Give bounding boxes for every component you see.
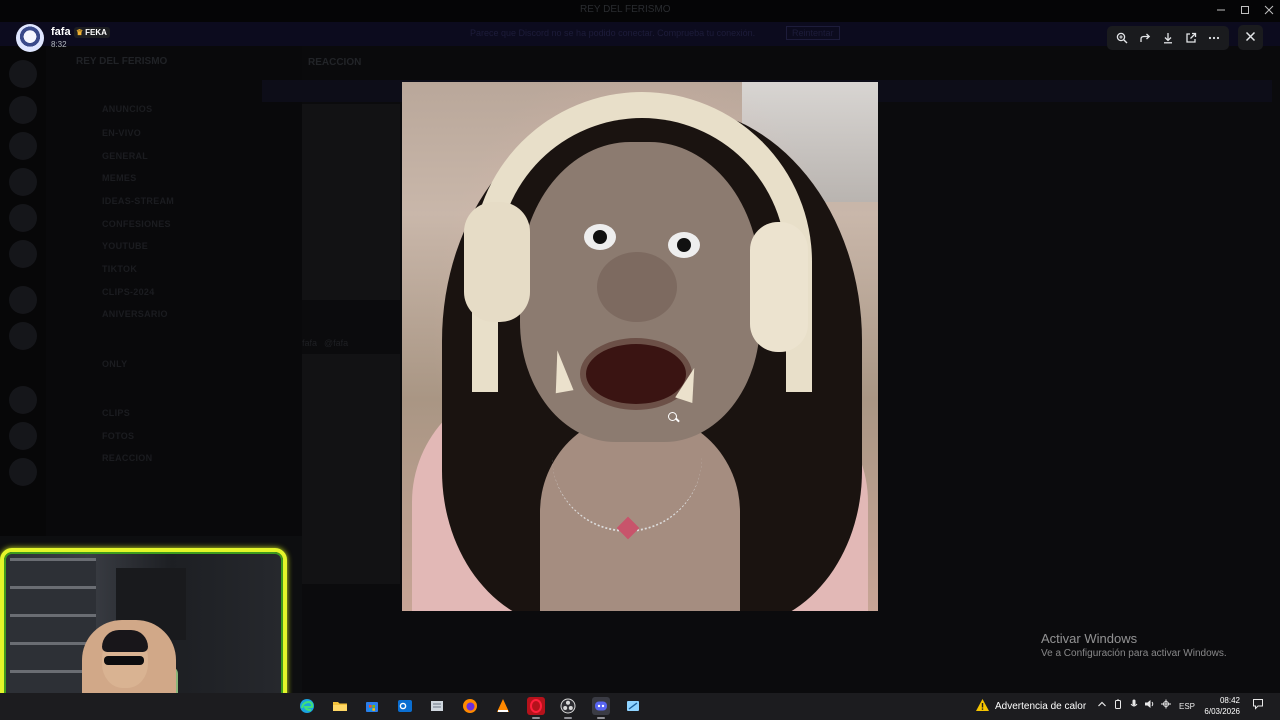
nose [597, 252, 677, 322]
activation-watermark-title: Activar Windows [1041, 631, 1138, 646]
minimize-icon[interactable] [1214, 4, 1228, 16]
streamer-hair [102, 630, 148, 652]
obs-icon[interactable] [559, 697, 577, 719]
server-icon[interactable] [9, 204, 37, 232]
taskbar-clock-date[interactable]: 6/03/2026 [1196, 707, 1240, 716]
retry-button[interactable]: Reintentar [786, 26, 840, 40]
message-handle: @fafa [324, 338, 349, 348]
snipping-icon[interactable] [624, 697, 642, 715]
author-name[interactable]: fafa [51, 26, 71, 38]
media-image[interactable] [402, 82, 878, 611]
channel-item[interactable]: EN-VIVO [102, 128, 141, 138]
server-tag-label: FEKA [85, 28, 107, 37]
server-icon[interactable] [9, 286, 37, 314]
crown-icon: ♛ [76, 28, 84, 37]
open-mouth [580, 338, 692, 410]
outlook-icon[interactable] [396, 697, 414, 715]
channel-title: REACCION [308, 57, 362, 68]
open-external-icon[interactable] [1182, 29, 1200, 47]
connection-notice-bar: Parece que Discord no se ha podido conec… [0, 22, 1280, 46]
channel-sidebar: REY DEL FERISMO ANUNCIOS EN-VIVO GENERAL… [46, 46, 302, 536]
channel-item[interactable]: MEMES [102, 173, 137, 183]
microphone-icon[interactable] [1129, 699, 1139, 712]
channel-item[interactable]: GENERAL [102, 151, 148, 161]
headphone-cup [750, 222, 808, 352]
server-icon[interactable] [9, 132, 37, 160]
store-icon[interactable] [363, 697, 381, 715]
heat-warning-notification[interactable]: Advertencia de calor [975, 698, 1086, 715]
warning-icon [975, 698, 990, 715]
forward-icon[interactable] [1136, 29, 1154, 47]
download-icon[interactable] [1159, 29, 1177, 47]
server-icon[interactable] [9, 240, 37, 268]
zoom-in-icon[interactable] [1113, 29, 1131, 47]
heat-warning-text: Advertencia de calor [995, 701, 1087, 712]
channel-item[interactable]: ANUNCIOS [102, 104, 152, 114]
opera-gx-icon[interactable] [527, 697, 545, 719]
taskbar-clock-time[interactable]: 08:42 [1200, 696, 1240, 705]
channel-item[interactable]: CLIPS [102, 408, 130, 418]
edge-icon[interactable] [298, 697, 316, 715]
battery-icon[interactable] [1113, 699, 1123, 712]
notepad-icon[interactable] [428, 697, 446, 715]
webcam-feed [4, 552, 283, 714]
author-avatar[interactable] [16, 24, 44, 52]
chat-header: REACCION [302, 46, 1280, 80]
channel-item[interactable]: IDEAS-STREAM [102, 196, 174, 206]
maximize-icon[interactable] [1238, 4, 1252, 16]
server-icon[interactable] [9, 168, 37, 196]
server-icon[interactable] [9, 422, 37, 450]
window-title: REY DEL FERISMO [580, 4, 671, 15]
media-toolbar [1107, 26, 1229, 50]
server-icon[interactable] [9, 322, 37, 350]
channel-item[interactable]: ANIVERSARIO [102, 309, 168, 319]
channel-item[interactable]: REACCION [102, 453, 152, 463]
channel-item[interactable]: CLIPS-2024 [102, 287, 155, 297]
eye [584, 224, 616, 250]
zoom-cursor-icon [668, 412, 677, 421]
window-close-icon[interactable] [1262, 4, 1276, 16]
eye [668, 232, 700, 258]
close-viewer-button[interactable] [1238, 25, 1263, 50]
channel-item[interactable]: YOUTUBE [102, 241, 148, 251]
server-list [0, 46, 46, 536]
headphone-cup [464, 202, 530, 322]
server-icon[interactable] [9, 60, 37, 88]
message-author: fafa [302, 338, 318, 348]
volume-icon[interactable] [1144, 699, 1156, 712]
notification-center-icon[interactable] [1252, 698, 1264, 713]
channel-item[interactable]: FOTOS [102, 431, 134, 441]
discord-icon[interactable] [592, 697, 610, 719]
vlc-icon[interactable] [494, 697, 512, 715]
server-icon[interactable] [9, 386, 37, 414]
window-titlebar: REY DEL FERISMO [0, 0, 1280, 22]
more-icon[interactable] [1205, 29, 1223, 47]
chevron-up-icon[interactable] [1097, 699, 1107, 712]
channel-item[interactable]: ONLY [102, 359, 127, 369]
chat-attachment[interactable] [302, 104, 400, 300]
connection-notice-text: Parece que Discord no se ha podido conec… [470, 28, 756, 38]
server-icon[interactable] [9, 96, 37, 124]
firefox-icon[interactable] [461, 697, 479, 715]
chat-attachment[interactable] [302, 354, 400, 584]
file-explorer-icon[interactable] [331, 697, 349, 715]
language-indicator[interactable]: ESP [1179, 702, 1195, 711]
server-name[interactable]: REY DEL FERISMO [76, 56, 167, 67]
sunglasses [104, 656, 144, 665]
channel-item[interactable]: TIKTOK [102, 264, 137, 274]
network-icon[interactable] [1160, 699, 1172, 712]
message-timestamp: 8:32 [51, 40, 67, 49]
channel-item[interactable]: CONFESIONES [102, 219, 171, 229]
server-icon[interactable] [9, 458, 37, 486]
server-tag-badge: ♛ FEKA [74, 27, 110, 38]
activation-watermark-subtitle: Ve a Configuración para activar Windows. [1041, 648, 1227, 659]
close-icon [1245, 29, 1256, 47]
